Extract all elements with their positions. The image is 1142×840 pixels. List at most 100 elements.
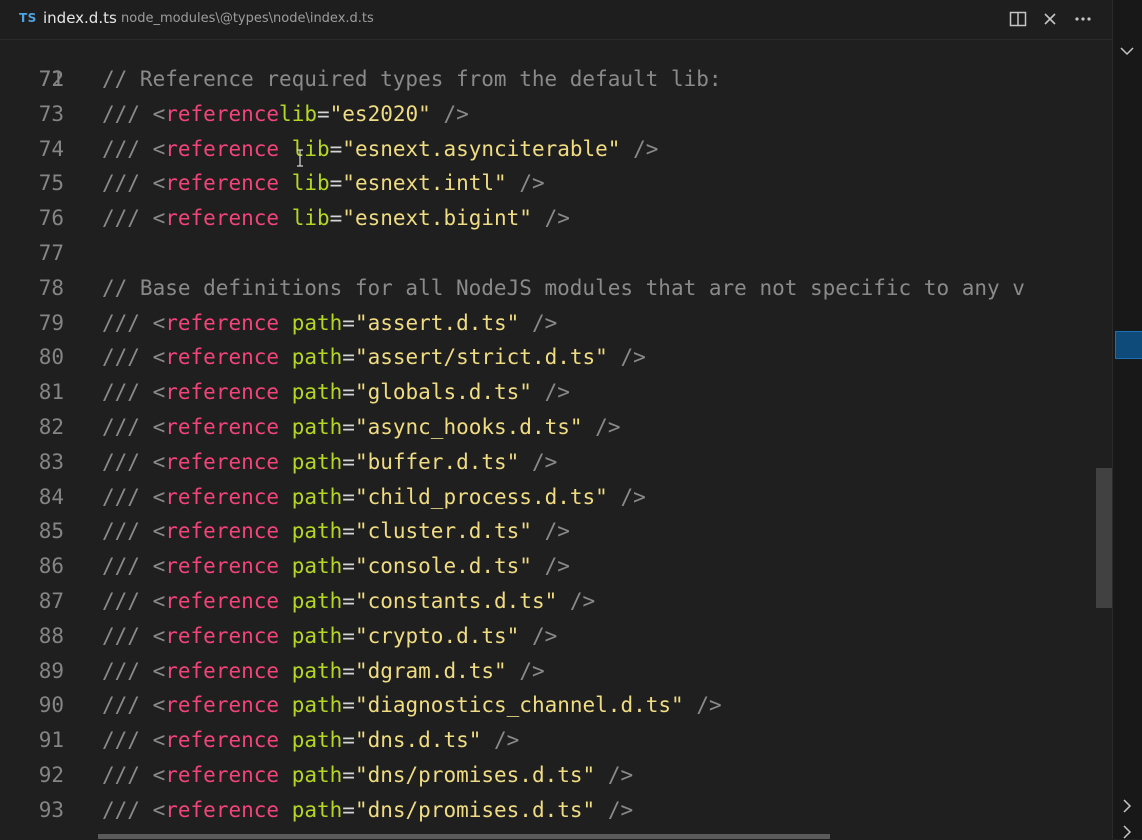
equals-sign: = <box>342 589 355 613</box>
tag-self-close: /> <box>620 345 646 370</box>
code-text: /// <reference path="constants.d.ts" /> <box>102 584 595 619</box>
triple-slash: /// <box>102 763 140 787</box>
attribute-value: "cluster.d.ts" <box>354 519 532 544</box>
line-number: 82 <box>38 415 64 439</box>
split-editor-button[interactable] <box>1007 8 1029 30</box>
equals-sign: = <box>342 415 355 439</box>
tag-self-close: /> <box>531 623 558 648</box>
code-line: 84 /// <reference path="child_process.d.t… <box>0 480 1112 515</box>
code-line: 87 /// <reference path="constants.d.ts" /… <box>0 584 1112 619</box>
tag-name: reference <box>165 554 280 579</box>
attribute-value: "esnext.intl" <box>342 171 507 196</box>
equals-sign: = <box>316 101 330 126</box>
tab-file-name[interactable]: index.d.ts <box>43 9 117 27</box>
attribute-value: "constants.d.ts" <box>354 589 558 613</box>
code-text: /// <reference path="console.d.ts" /> <box>102 549 570 584</box>
code-text: /// <reference path="dns.d.ts" /> <box>102 723 519 758</box>
tag-self-close: /> <box>607 797 634 822</box>
equals-sign: = <box>342 763 355 787</box>
code-editor[interactable]: 71 72 // Reference required types from th… <box>0 40 1112 839</box>
tag-self-close: /> <box>443 101 469 126</box>
tag-open-bracket: < <box>152 658 166 683</box>
line-number: 83 <box>38 449 64 474</box>
code-line: 83 /// <reference path="buffer.d.ts" /> <box>0 445 1112 480</box>
tag-open-bracket: < <box>152 797 166 822</box>
attribute-value: "crypto.d.ts" <box>354 623 520 648</box>
code-line: 81 /// <reference path="globals.d.ts" /> <box>0 375 1112 410</box>
code-text: /// <reference path="child_process.d.ts"… <box>102 480 646 515</box>
tag-name: reference <box>165 449 280 474</box>
line-number: 80 <box>38 345 64 370</box>
tag-name: reference <box>165 658 280 683</box>
tag-self-close: /> <box>494 728 520 753</box>
triple-slash: /// <box>102 415 140 439</box>
line-number: 87 <box>38 589 64 613</box>
tag-self-close: /> <box>633 136 659 161</box>
line-number: 77 <box>38 241 64 265</box>
code-text: /// <reference path="crypto.d.ts" /> <box>102 619 557 654</box>
triple-slash: /// <box>102 206 140 231</box>
triple-slash: /// <box>102 589 140 613</box>
code-line: 76 /// <reference lib="esnext.bigint" /> <box>0 201 1112 236</box>
attribute-name: path <box>291 623 343 648</box>
code-line: 90 /// <reference path="diagnostics_chann… <box>0 688 1112 723</box>
vertical-scrollbar-thumb[interactable] <box>1096 468 1112 608</box>
code-line: 91 /// <reference path="dns.d.ts" /> <box>0 723 1112 758</box>
code-line: 73 /// <referencelib="es2020" /> <box>0 97 1112 132</box>
code-text: /// <reference lib="esnext.asynciterable… <box>102 132 658 167</box>
attribute-name: path <box>291 554 343 579</box>
chevron-right-icon[interactable] <box>1121 824 1133 840</box>
tag-space <box>279 345 292 369</box>
tag-space <box>279 659 292 683</box>
active-indicator[interactable] <box>1115 331 1142 359</box>
attribute-value: "es2020" <box>329 101 431 126</box>
attribute-name: lib <box>291 206 330 231</box>
attribute-value: "dgram.d.ts" <box>354 658 507 683</box>
tag-self-close: /> <box>696 693 722 718</box>
line-number: 88 <box>38 623 64 648</box>
code-line: 88 /// <reference path="crypto.d.ts" /> <box>0 619 1112 654</box>
tag-name: reference <box>165 171 280 196</box>
tag-self-close: /> <box>544 519 570 544</box>
tag-space <box>279 380 292 404</box>
tag-space <box>279 137 292 161</box>
attribute-name: path <box>291 449 343 474</box>
tag-name: reference <box>165 763 280 787</box>
equals-sign: = <box>329 171 343 196</box>
chevron-down-icon[interactable] <box>1119 45 1135 57</box>
line-number: 93 <box>38 797 64 822</box>
more-actions-button[interactable] <box>1072 8 1094 30</box>
tag-self-close: /> <box>620 484 646 509</box>
triple-slash: /// <box>102 658 140 683</box>
equals-sign: = <box>342 623 355 648</box>
code-text: /// <referencelib="es2020" /> <box>102 97 469 132</box>
horizontal-scrollbar-thumb[interactable] <box>98 834 830 839</box>
equals-sign: = <box>342 519 355 544</box>
equals-sign: = <box>329 206 343 231</box>
equals-sign: = <box>342 345 355 370</box>
code-text: /// <reference lib="esnext.bigint" /> <box>102 201 570 236</box>
chevron-right-icon[interactable] <box>1121 798 1133 814</box>
tag-open-bracket: < <box>152 171 166 196</box>
code-line: 85 /// <reference path="cluster.d.ts" /> <box>0 514 1112 549</box>
tag-self-close: /> <box>519 658 545 683</box>
tag-open-bracket: < <box>152 415 166 439</box>
line-number: 72 <box>38 67 64 91</box>
equals-sign: = <box>342 449 355 474</box>
triple-slash: /// <box>102 101 140 126</box>
tag-name: reference <box>165 728 280 753</box>
tag-open-bracket: < <box>152 345 166 370</box>
attribute-name: lib <box>279 101 317 126</box>
tag-space <box>279 485 292 509</box>
attribute-name: path <box>291 589 343 613</box>
code-text: /// <reference path="dns/promises.d.ts" … <box>102 793 633 828</box>
tag-space <box>279 798 292 822</box>
line-number: 74 <box>38 136 64 161</box>
equals-sign: = <box>342 554 355 579</box>
close-tab-button[interactable] <box>1039 8 1061 30</box>
triple-slash: /// <box>102 797 140 822</box>
tag-space <box>279 311 292 335</box>
attribute-name: path <box>291 484 343 509</box>
attribute-value: "dns/promises.d.ts" <box>354 763 596 787</box>
code-line: 72 // Reference required types from the d… <box>0 62 1112 97</box>
